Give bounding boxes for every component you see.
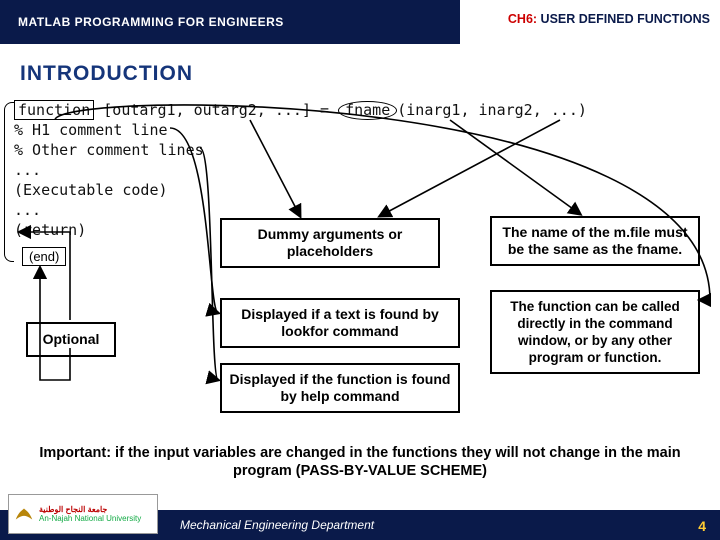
- box-dummy-args: Dummy arguments or placeholders: [220, 218, 440, 268]
- chapter-title: USER DEFINED FUNCTIONS: [541, 12, 710, 26]
- chapter-tag: CH6:: [508, 12, 537, 26]
- box-help: Displayed if the function is found by he…: [220, 363, 460, 413]
- box-lookfor: Displayed if a text is found by lookfor …: [220, 298, 460, 348]
- code-line-dots1: ...: [14, 161, 41, 179]
- section-title: INTRODUCTION: [20, 62, 193, 86]
- code-line-dots2: ...: [14, 201, 41, 219]
- outargs-text: [outarg1, outarg2, ...]: [103, 101, 311, 119]
- code-line-return: (return): [14, 221, 86, 239]
- university-name-en: An-Najah National University: [39, 514, 141, 523]
- eagle-icon: [13, 503, 35, 525]
- header-left-title: MATLAB PROGRAMMING FOR ENGINEERS: [0, 15, 284, 29]
- department-name: Mechanical Engineering Department: [180, 518, 374, 532]
- slide-number: 4: [698, 518, 706, 534]
- top-header-bar: MATLAB PROGRAMMING FOR ENGINEERS CH6: US…: [0, 0, 720, 44]
- code-line-exec: (Executable code): [14, 181, 168, 199]
- university-logo: جامعة النجاح الوطنية An-Najah National U…: [8, 494, 158, 534]
- important-note: Important: if the input variables are ch…: [26, 444, 694, 480]
- inargs-text: (inarg1, inarg2, ...): [397, 101, 587, 119]
- code-line-h1: % H1 comment line: [14, 121, 168, 139]
- equals-text: =: [311, 101, 338, 119]
- end-label: (end): [22, 247, 66, 266]
- curly-brace-icon: [4, 102, 14, 262]
- box-mfile-name: The name of the m.file must be the same …: [490, 216, 700, 266]
- university-name-ar: جامعة النجاح الوطنية: [39, 505, 141, 514]
- keyword-function: function: [14, 100, 94, 120]
- code-line-other: % Other comment lines: [14, 141, 204, 159]
- box-callable: The function can be called directly in t…: [490, 290, 700, 374]
- fname-oval: fname: [338, 101, 397, 120]
- header-right-title: CH6: USER DEFINED FUNCTIONS: [508, 12, 710, 26]
- box-optional: Optional: [26, 322, 116, 357]
